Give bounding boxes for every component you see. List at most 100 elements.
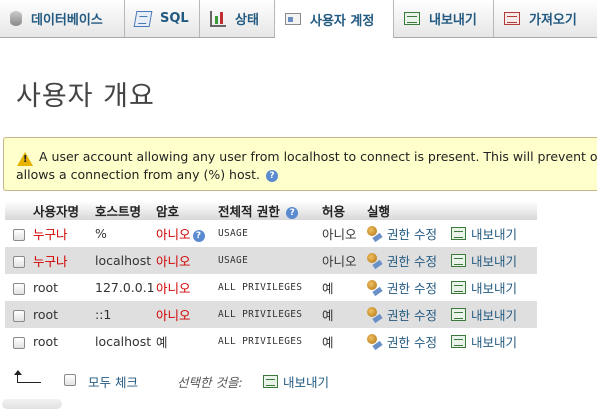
edit-privileges-label: 권한 수정 [387,280,437,296]
help-icon[interactable]: ? [286,206,299,219]
table-row: root localhost 예 ALL PRIVILEGES 예 권한 수정 … [5,328,537,355]
export-link[interactable]: 내보내기 [450,278,517,297]
export-label: 내보내기 [470,281,517,297]
with-selected-label: 선택한 것을: [177,375,243,390]
export-icon [263,375,278,388]
export-icon [450,281,466,295]
tab-label: 데이터베이스 [31,13,103,28]
bulk-action-bar: 모두 체크 선택한 것을: 내보내기 [0,370,597,394]
edit-privileges-link[interactable]: 권한 수정 [367,278,437,297]
cell-host: 127.0.0.1 [95,274,156,301]
warning-icon [17,152,33,166]
tab-label: SQL [160,11,189,26]
cell-user: 누구나 [33,247,95,274]
export-icon [450,254,466,268]
edit-privileges-link[interactable]: 권한 수정 [367,332,437,351]
row-checkbox-cell [5,274,33,301]
edit-privileges-link[interactable]: 권한 수정 [367,251,437,270]
export-label: 내보내기 [470,254,517,270]
header-global-privileges: 전체적 권한 ? [218,201,322,220]
row-checkbox-cell [5,328,33,355]
edit-privileges-link[interactable]: 권한 수정 [367,305,437,324]
header-global-privileges-label: 전체적 권한 [218,204,280,219]
cell-privileges: ALL PRIVILEGES [218,274,322,301]
export-label: 내보내기 [470,227,517,243]
tab-sql[interactable]: SQL [125,0,200,37]
row-checkbox[interactable] [13,336,25,349]
cell-action: 권한 수정 내보내기 [367,274,537,301]
edit-privileges-icon [367,253,382,267]
row-checkbox[interactable] [13,309,25,322]
cell-grant: 예 [322,328,367,355]
import-icon [504,12,520,25]
check-all-label[interactable]: 모두 체크 [88,372,138,391]
row-checkbox[interactable] [13,228,25,241]
edit-privileges-link[interactable]: 권한 수정 [367,224,437,243]
database-icon [10,11,22,26]
cell-action: 권한 수정 내보내기 [367,247,537,274]
table-row: root 127.0.0.1 아니오 ALL PRIVILEGES 예 권한 수… [5,274,537,301]
user-accounts-table: 사용자명 호스트명 암호 전체적 권한 ? 허용 실행 누구나 % 아니오? U… [5,201,537,355]
tab-export[interactable]: 내보내기 [394,0,494,37]
check-all-checkbox[interactable] [64,374,76,386]
export-link[interactable]: 내보내기 [450,224,517,243]
header-password[interactable]: 암호 [156,201,218,220]
cell-user: 누구나 [33,220,95,247]
header-action: 실행 [367,201,537,220]
export-link[interactable]: 내보내기 [450,332,517,351]
row-checkbox[interactable] [13,255,25,268]
export-selected-button[interactable]: 내보내기 [263,372,329,391]
edit-privileges-icon [367,307,382,321]
top-tab-bar: 데이터베이스 SQL 상태 사용자 계정 내보내기 가져오기 [0,0,597,38]
help-icon[interactable]: ? [192,229,205,242]
tab-label: 사용자 계정 [310,13,375,29]
cell-user: root [33,301,95,328]
export-icon [404,12,420,25]
header-host[interactable]: 호스트명 [95,201,156,220]
select-arrow-icon [14,370,41,384]
cell-privileges: USAGE [218,247,322,274]
cell-grant: 예 [322,274,367,301]
export-label: 내보내기 [470,308,517,324]
header-checkbox-col [5,201,33,220]
export-link[interactable]: 내보내기 [450,305,517,324]
header-grant: 허용 [322,201,367,220]
help-icon[interactable]: ? [266,169,279,182]
row-checkbox[interactable] [13,282,25,295]
export-label: 내보내기 [470,335,517,351]
header-user[interactable]: 사용자명 [33,201,95,220]
cell-grant: 아니오 [322,247,367,274]
scroll-hint [2,399,62,409]
export-link[interactable]: 내보내기 [450,251,517,270]
edit-privileges-label: 권한 수정 [387,334,437,350]
edit-privileges-label: 권한 수정 [387,253,437,269]
cell-host: localhost [95,247,156,274]
cell-action: 권한 수정 내보내기 [367,301,537,328]
tab-import[interactable]: 가져오기 [494,0,597,37]
cell-privileges: ALL PRIVILEGES [218,301,322,328]
tab-status[interactable]: 상태 [200,0,275,37]
cell-password: 아니오 [156,301,218,328]
cell-host: % [95,220,156,247]
cell-password: 아니오 [156,274,218,301]
tab-label: 가져오기 [529,13,577,28]
export-icon [450,335,466,349]
cell-user: root [33,274,95,301]
tab-databases[interactable]: 데이터베이스 [0,0,125,37]
cell-action: 권한 수정 내보내기 [367,220,537,247]
cell-host: localhost [95,328,156,355]
tab-label: 상태 [235,13,259,28]
table-row: 누구나 localhost 아니오 USAGE 아니오 권한 수정 내보내기 [5,247,537,274]
cell-password: 아니오? [156,220,218,247]
sql-icon [133,10,153,27]
export-icon [450,227,466,241]
cell-privileges: USAGE [218,220,322,247]
password-value: 아니오 [156,227,191,242]
export-icon [450,308,466,322]
tab-user-accounts[interactable]: 사용자 계정 [275,0,394,38]
page-title: 사용자 개요 [16,81,155,112]
edit-privileges-icon [367,226,382,240]
cell-grant: 아니오 [322,220,367,247]
cell-password: 아니오 [156,247,218,274]
cell-user: root [33,328,95,355]
